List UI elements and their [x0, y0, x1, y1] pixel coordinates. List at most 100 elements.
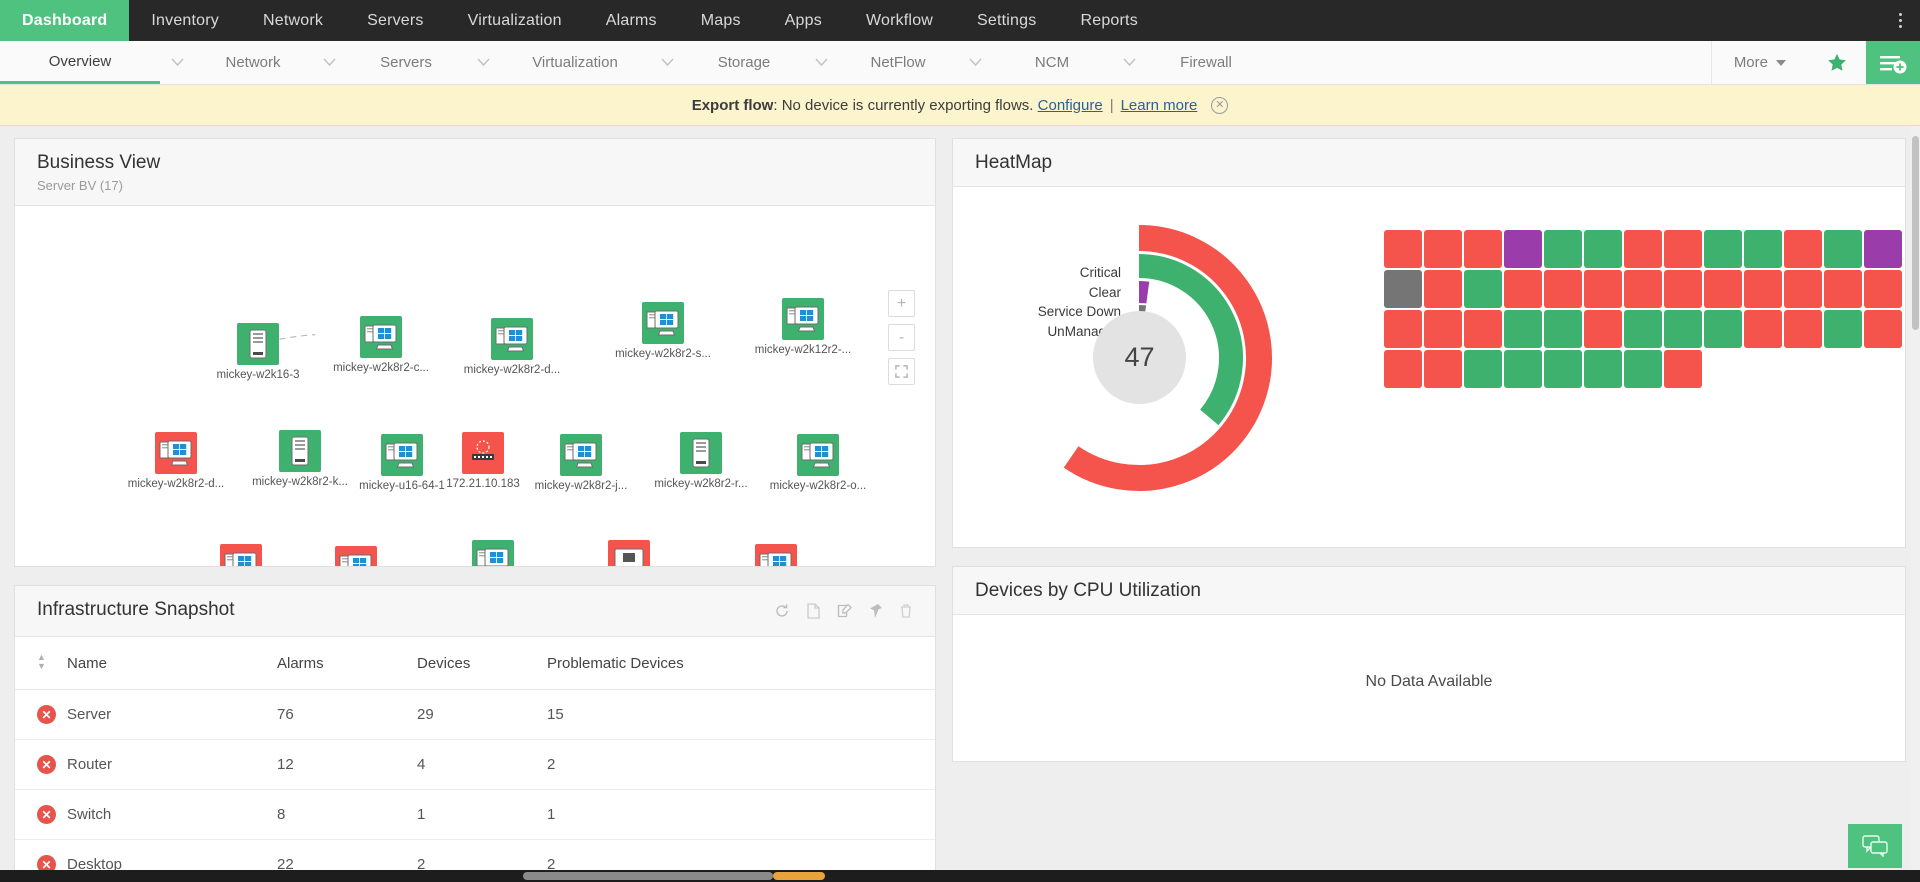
heatmap-cell[interactable]	[1784, 270, 1822, 308]
heatmap-cell[interactable]	[1744, 230, 1782, 268]
topology-node[interactable]: mickey-w2k8r2-c...	[360, 316, 402, 358]
nav-item-servers[interactable]: Servers	[345, 0, 446, 41]
heatmap-cell[interactable]	[1424, 230, 1462, 268]
vertical-scrollbar-thumb[interactable]	[1912, 136, 1919, 330]
heatmap-cell[interactable]	[1704, 270, 1742, 308]
heatmap-cell[interactable]	[1584, 350, 1622, 388]
column-name[interactable]: Name	[67, 637, 277, 690]
pdf-export-icon[interactable]	[806, 603, 821, 624]
topology-node[interactable]: mickey-w2k8r2-j...	[560, 434, 602, 476]
close-circle-icon[interactable]: ✕	[1211, 97, 1228, 114]
heatmap-cell[interactable]	[1784, 310, 1822, 348]
heatmap-cell[interactable]	[1504, 350, 1542, 388]
heatmap-cell[interactable]	[1384, 270, 1422, 308]
heatmap-cell[interactable]	[1504, 230, 1542, 268]
fullscreen-icon[interactable]	[888, 358, 915, 385]
table-row[interactable]: ✕Switch811	[15, 790, 935, 840]
topology-node[interactable]: opman-hyperv-on	[220, 544, 262, 566]
heatmap-cell[interactable]	[1464, 230, 1502, 268]
heatmap-cell[interactable]	[1544, 270, 1582, 308]
topology-node[interactable]: mickey-w2k8r2-g...	[472, 540, 514, 566]
table-row[interactable]: ✕Router1242	[15, 740, 935, 790]
topology-node[interactable]: mickey-w2k8r2-d...	[491, 318, 533, 360]
horizontal-scrollbar-thumb[interactable]	[523, 872, 773, 880]
topology-canvas[interactable]: mickey-w2k16-3 mickey-w2k8r2-c... mickey-w…	[15, 206, 935, 566]
nav-item-apps[interactable]: Apps	[763, 0, 844, 41]
chevron-down-icon[interactable]	[958, 41, 992, 84]
column-alarms[interactable]: Alarms	[277, 637, 417, 690]
heatmap-cell[interactable]	[1824, 310, 1862, 348]
heatmap-cell[interactable]	[1664, 310, 1702, 348]
heatmap-cell[interactable]	[1424, 270, 1462, 308]
heatmap-cell[interactable]	[1704, 230, 1742, 268]
topology-node[interactable]: 172.21.10.183	[462, 432, 504, 474]
delete-icon[interactable]	[899, 603, 913, 624]
nav-item-dashboard[interactable]: Dashboard	[0, 0, 129, 41]
zoom-out-button[interactable]: -	[888, 324, 915, 351]
add-widget-icon[interactable]	[1866, 41, 1920, 84]
topology-node[interactable]: opmanhv-node1	[335, 546, 377, 566]
star-icon[interactable]	[1808, 41, 1866, 84]
chevron-down-icon[interactable]	[804, 41, 838, 84]
chat-bubble-icon[interactable]	[1848, 824, 1902, 868]
tab-ncm[interactable]: NCM	[992, 41, 1112, 84]
tab-network[interactable]: Network	[194, 41, 312, 84]
heatmap-cell[interactable]	[1624, 230, 1662, 268]
banner-learn-more-link[interactable]: Learn more	[1121, 97, 1198, 114]
nav-item-settings[interactable]: Settings	[955, 0, 1058, 41]
chevron-down-icon[interactable]	[312, 41, 346, 84]
vertical-scrollbar[interactable]	[1911, 126, 1920, 872]
heatmap-cell[interactable]	[1864, 230, 1902, 268]
topology-node[interactable]: mickey-w2k8r2-d...	[155, 432, 197, 474]
chevron-down-icon[interactable]	[466, 41, 500, 84]
chevron-down-icon[interactable]	[650, 41, 684, 84]
more-tabs-dropdown[interactable]: More	[1711, 41, 1808, 84]
heatmap-cell[interactable]	[1744, 270, 1782, 308]
heatmap-cell[interactable]	[1424, 310, 1462, 348]
heatmap-cell[interactable]	[1584, 230, 1622, 268]
tab-servers[interactable]: Servers	[346, 41, 466, 84]
heatmap-cell[interactable]	[1624, 310, 1662, 348]
chevron-down-icon[interactable]	[160, 41, 194, 84]
topology-node[interactable]: mickey-w2k8r2-k...	[279, 430, 321, 472]
topology-node[interactable]: Admgr-mbx	[755, 544, 797, 566]
heatmap-cell[interactable]	[1544, 350, 1582, 388]
refresh-icon[interactable]	[774, 603, 790, 624]
heatmap-cell[interactable]	[1824, 270, 1862, 308]
topology-node[interactable]: mickey-w2k8r2-s...	[642, 302, 684, 344]
topology-node[interactable]: mickey-w2k16-3	[237, 323, 279, 365]
tab-netflow[interactable]: NetFlow	[838, 41, 958, 84]
pin-icon[interactable]	[869, 603, 883, 624]
heatmap-cell[interactable]	[1624, 350, 1662, 388]
table-row[interactable]: ✕Server762915	[15, 690, 935, 740]
nav-item-alarms[interactable]: Alarms	[584, 0, 679, 41]
tab-overview[interactable]: Overview	[0, 41, 160, 84]
heatmap-cell[interactable]	[1784, 230, 1822, 268]
horizontal-scrollbar-thumb-secondary[interactable]	[773, 872, 825, 880]
column-devices[interactable]: Devices	[417, 637, 547, 690]
nav-item-virtualization[interactable]: Virtualization	[446, 0, 584, 41]
kebab-menu-icon[interactable]	[1886, 0, 1920, 41]
column-problematic-devices[interactable]: Problematic Devices	[547, 637, 935, 690]
heatmap-cell[interactable]	[1384, 230, 1422, 268]
heatmap-donut[interactable]: Critical Clear Service Down UnManaged 47	[953, 213, 1383, 513]
nav-item-reports[interactable]: Reports	[1058, 0, 1159, 41]
tab-virtualization[interactable]: Virtualization	[500, 41, 650, 84]
heatmap-cell[interactable]	[1424, 350, 1462, 388]
heatmap-cell[interactable]	[1464, 310, 1502, 348]
heatmap-cell[interactable]	[1664, 230, 1702, 268]
horizontal-scrollbar[interactable]	[0, 870, 1920, 882]
heatmap-cell[interactable]	[1464, 350, 1502, 388]
heatmap-cell[interactable]	[1384, 350, 1422, 388]
heatmap-cell[interactable]	[1824, 230, 1862, 268]
nav-item-inventory[interactable]: Inventory	[129, 0, 241, 41]
heatmap-cell[interactable]	[1864, 310, 1902, 348]
nav-item-workflow[interactable]: Workflow	[844, 0, 955, 41]
heatmap-cell[interactable]	[1504, 310, 1542, 348]
topology-node[interactable]: mickey-w2k8r2-r...	[680, 432, 722, 474]
zoom-in-button[interactable]: +	[888, 290, 915, 317]
heatmap-cell[interactable]	[1664, 270, 1702, 308]
heatmap-cell[interactable]	[1464, 270, 1502, 308]
heatmap-cell[interactable]	[1664, 350, 1702, 388]
column-sort-handle[interactable]: ▲▼	[15, 637, 67, 690]
